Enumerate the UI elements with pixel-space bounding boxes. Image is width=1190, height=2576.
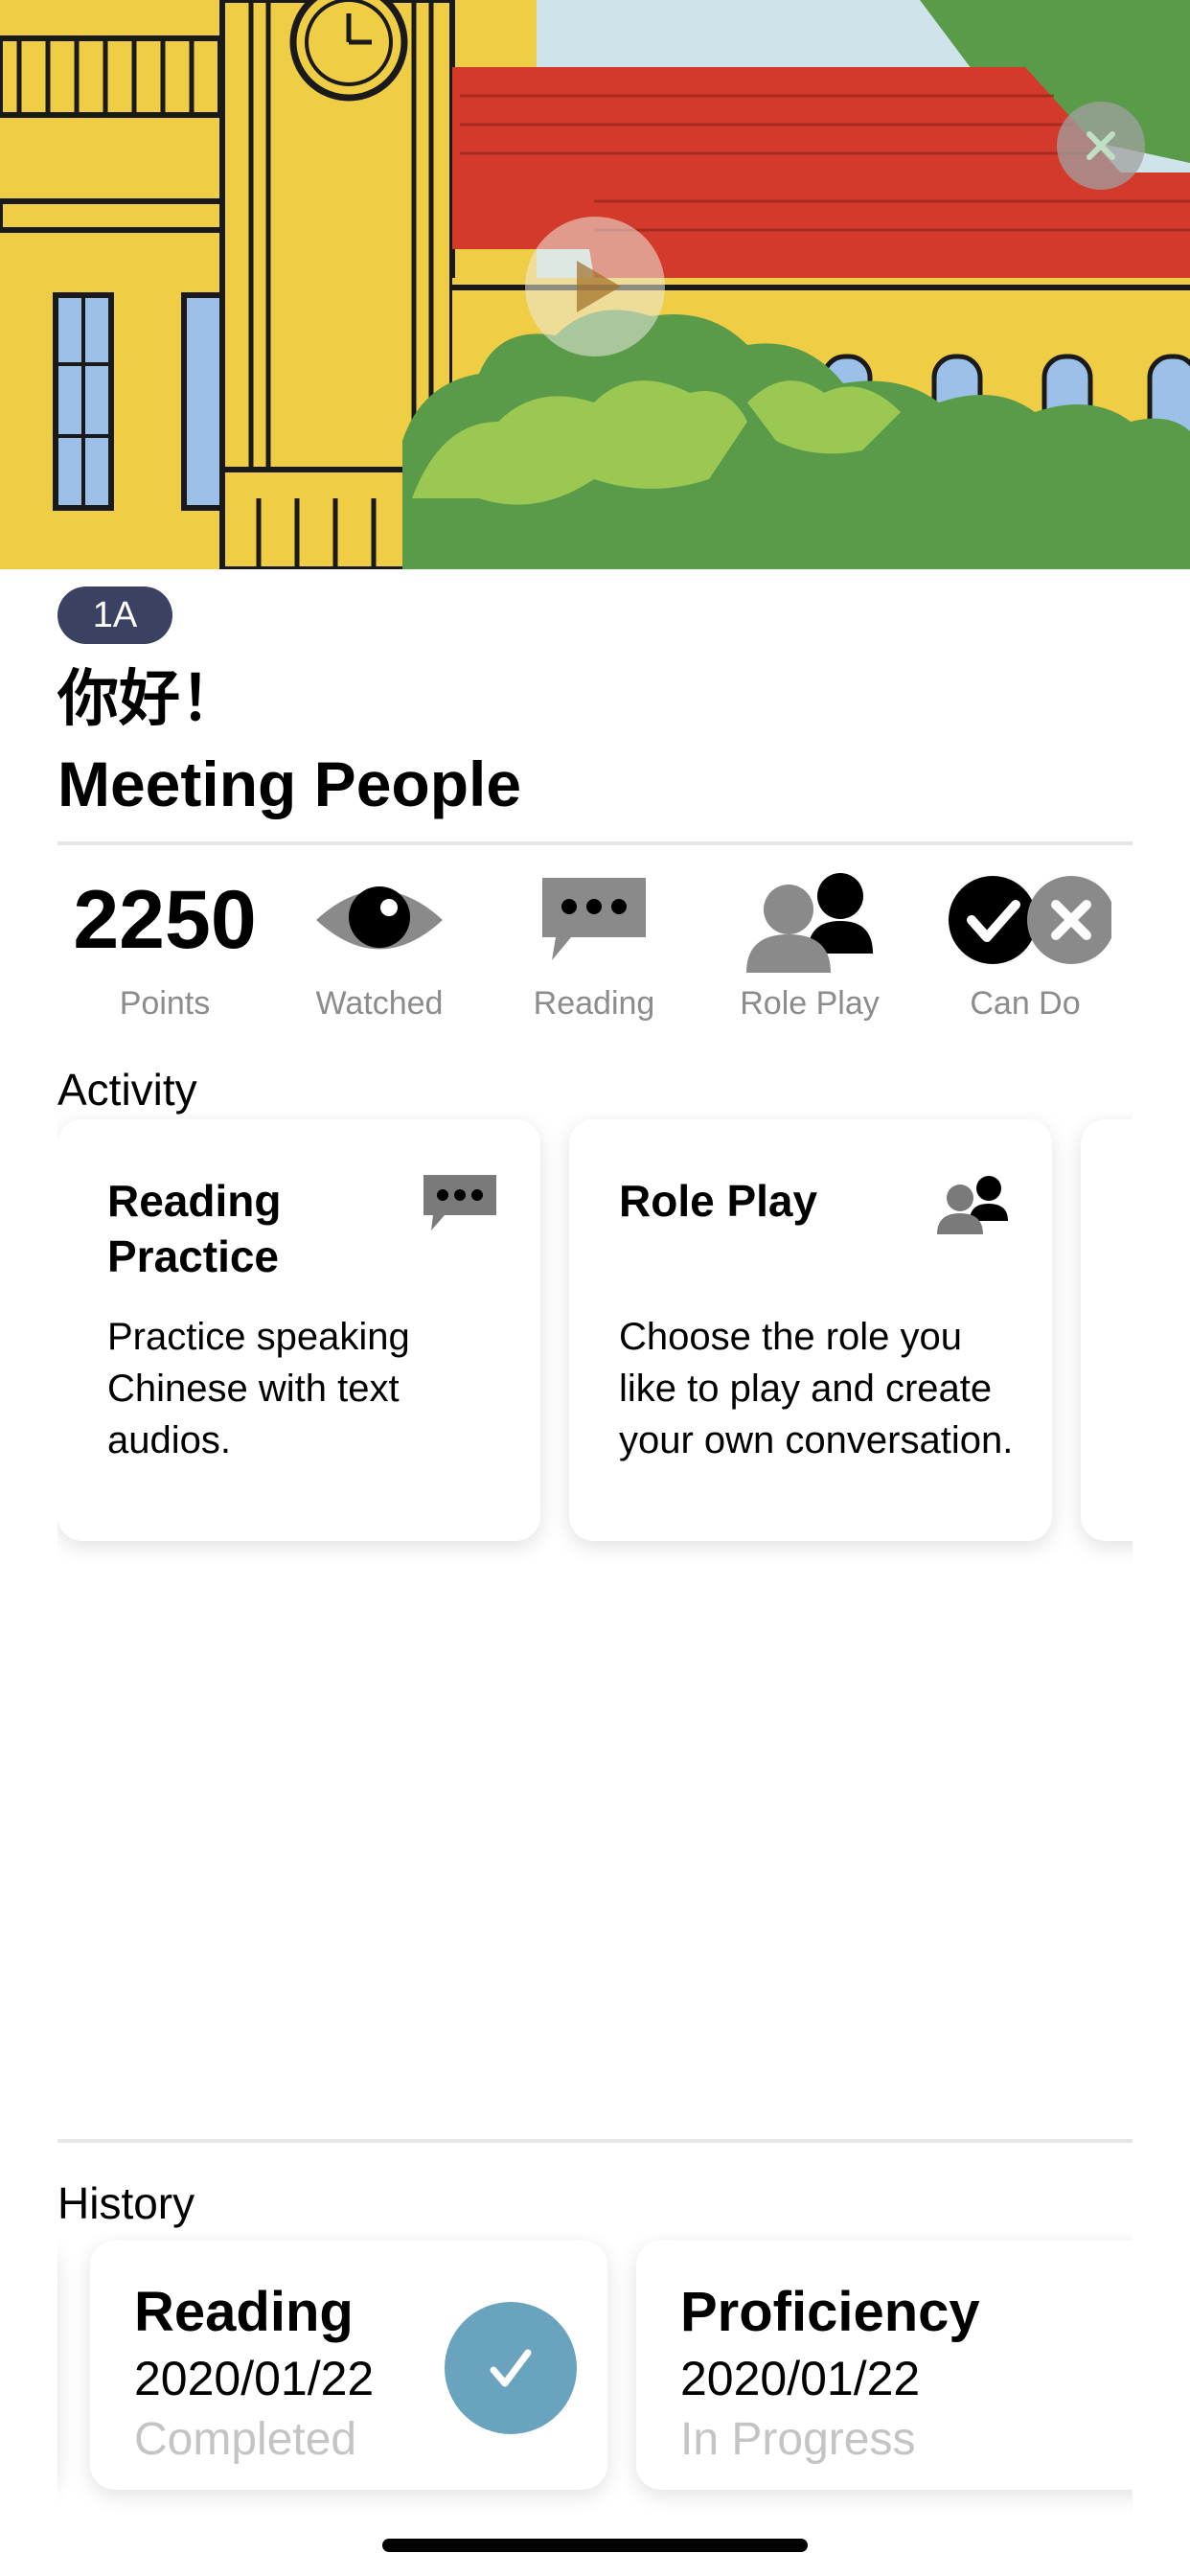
people-icon xyxy=(746,873,873,973)
history-card-date: 2020/01/22 xyxy=(680,2352,921,2405)
history-card-status: Completed xyxy=(134,2414,357,2465)
eye-icon xyxy=(316,886,443,950)
activity-card-description: Choose the role you like to play and cre… xyxy=(619,1316,1014,1461)
play-video-button[interactable] xyxy=(525,217,665,356)
lesson-title-chinese: 你好！ xyxy=(57,664,241,735)
history-section-title: History xyxy=(57,2178,195,2228)
speech-bubble-icon xyxy=(423,1175,496,1230)
check-icon xyxy=(490,2349,532,2387)
activity-card-title: Role Play xyxy=(619,1176,818,1226)
close-icon xyxy=(1087,131,1115,160)
activity-carousel[interactable]: Reading Practice Practice speaking Chine… xyxy=(57,1112,1133,1572)
play-icon xyxy=(577,261,621,312)
activity-card-role-play[interactable]: Role Play Choose the role you like to pl… xyxy=(569,1119,1052,1541)
activity-card-title: Reading Practice xyxy=(107,1176,282,1281)
history-card-date: 2020/01/22 xyxy=(134,2352,375,2405)
stat-can-do[interactable]: Can Do xyxy=(929,862,1121,1035)
stat-watched[interactable]: Watched xyxy=(284,862,475,1035)
can-do-icon xyxy=(949,876,1111,964)
speech-bubble-icon xyxy=(542,878,646,960)
stat-role-play[interactable]: Role Play xyxy=(714,862,905,1035)
role-play-label: Role Play xyxy=(740,985,880,1022)
history-card-reading[interactable]: Reading 2020/01/22 Completed xyxy=(90,2241,607,2490)
history-card-title: Proficiency xyxy=(680,2281,980,2343)
stat-reading[interactable]: Reading xyxy=(498,862,690,1035)
history-card-proficiency[interactable]: Proficiency 2020/01/22 In Progress xyxy=(636,2241,1133,2490)
reading-label: Reading xyxy=(533,985,655,1022)
history-divider xyxy=(57,2139,1133,2143)
history-card-status: In Progress xyxy=(680,2414,916,2465)
points-value: 2250 xyxy=(73,874,257,966)
stat-points: 2250 Points xyxy=(69,862,261,1035)
people-icon xyxy=(937,1176,1008,1234)
activity-card-reading-practice[interactable]: Reading Practice Practice speaking Chine… xyxy=(57,1119,540,1541)
close-button[interactable] xyxy=(1057,102,1145,190)
activity-section-title: Activity xyxy=(57,1065,197,1115)
activity-card-description: Practice speaking Chinese with text audi… xyxy=(107,1316,410,1461)
home-indicator[interactable] xyxy=(382,2539,808,2552)
watched-label: Watched xyxy=(315,985,444,1022)
completed-badge xyxy=(445,2302,577,2434)
level-badge: 1A xyxy=(57,586,172,644)
can-do-label: Can Do xyxy=(970,985,1081,1022)
activity-card-partial[interactable] xyxy=(1081,1119,1133,1541)
header-divider xyxy=(57,841,1133,845)
points-label: Points xyxy=(119,985,211,1022)
lesson-title-english: Meeting People xyxy=(57,748,522,819)
history-carousel[interactable]: Reading 2020/01/22 Completed Proficiency… xyxy=(57,2233,1133,2520)
history-card-title: Reading xyxy=(134,2281,354,2343)
